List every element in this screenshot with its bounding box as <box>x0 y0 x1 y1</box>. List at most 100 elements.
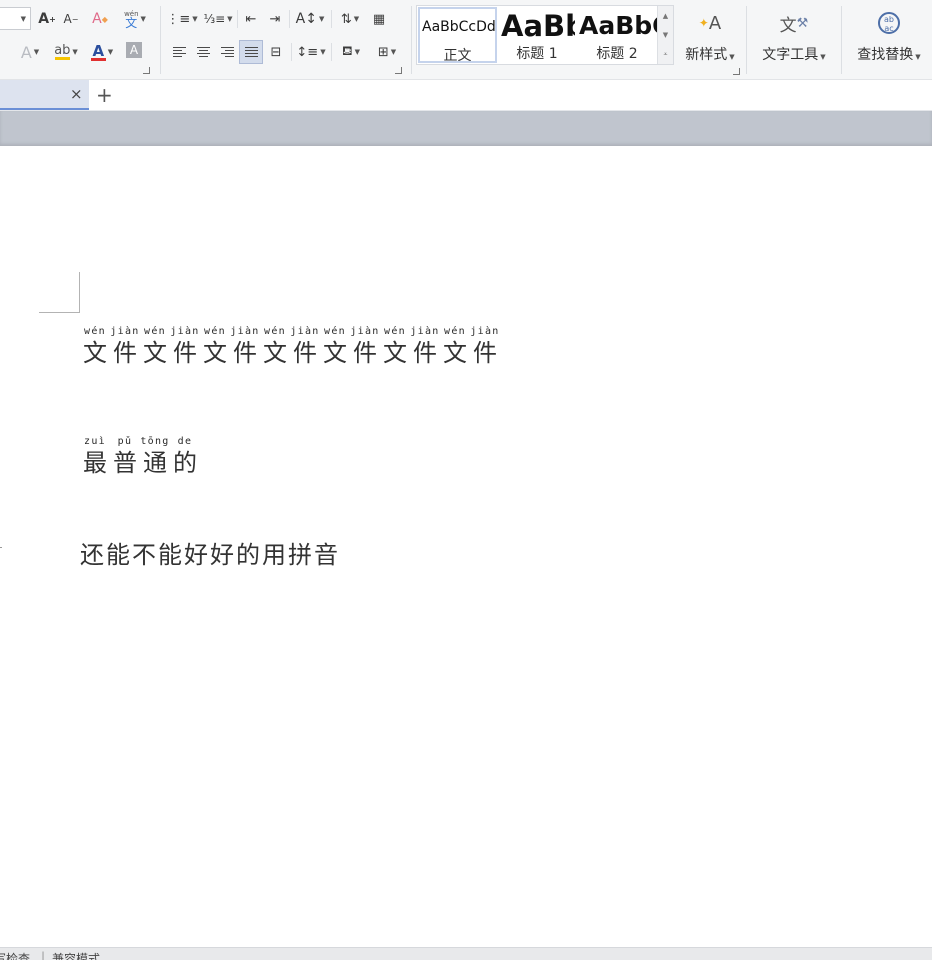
close-icon[interactable]: × <box>70 85 83 103</box>
align-right-icon <box>220 46 234 58</box>
pinyin-annotation: jiàn <box>170 326 200 337</box>
hanzi-char: 文 <box>383 339 407 367</box>
shrink-font-button[interactable]: A − <box>62 8 80 30</box>
hanzi-char: 最 <box>83 449 107 477</box>
sort-button[interactable]: ⇅ ▼ <box>335 8 365 30</box>
sort-icon: ⇅ <box>340 11 352 27</box>
document-page[interactable]: wén 文 jiàn 件 wén 文 jiàn 件 wén 文 jiàn 件 wén 文 jiàn 件 wén 文… <box>0 146 932 947</box>
pinyin-annotation: jiàn <box>230 326 260 337</box>
align-center-button[interactable] <box>193 41 213 63</box>
decrease-indent-button[interactable]: ⇤ <box>241 8 261 30</box>
pinyin-annotation: wén <box>324 326 346 337</box>
pinyin-annotation: pǔ <box>117 436 133 447</box>
grow-font-button[interactable]: A + <box>37 8 57 30</box>
ruby-char: jiàn 件 <box>170 326 200 368</box>
divider <box>411 6 412 74</box>
bullet-list-button[interactable]: ⋮≡ ▼ <box>166 8 197 30</box>
font-color-button[interactable]: A ▼ <box>86 41 118 63</box>
hanzi-char: 文 <box>443 339 467 367</box>
expand-gallery-icon[interactable]: ⩡ <box>664 50 668 59</box>
hanzi-char: 件 <box>293 339 317 367</box>
phonetic-guide-button[interactable]: wén 文 ▼ <box>117 6 153 32</box>
hanzi-char: 件 <box>113 339 137 367</box>
indent-icon: ⇥ <box>269 11 281 27</box>
hanzi-char: 件 <box>353 339 377 367</box>
chevron-down-icon[interactable]: ▼ <box>663 31 668 39</box>
numbered-list-button[interactable]: ⅓≡ ▼ <box>202 8 234 30</box>
ruby-char: jiàn 件 <box>230 326 260 368</box>
chevron-up-icon[interactable]: ▲ <box>663 12 668 20</box>
pinyin-annotation: wén <box>444 326 466 337</box>
new-style-button[interactable]: ✦ A 新样式 ▼ <box>680 8 740 68</box>
add-tab-icon[interactable]: + <box>96 83 113 107</box>
char-spacing-button[interactable]: A↕ ▼ <box>293 8 327 30</box>
ruby-line-2: zuì 最 pǔ 普 tōng 通 de 的 <box>80 436 200 478</box>
style-sample: AaBb <box>501 9 575 43</box>
table-grid-icon: ▦ <box>372 11 386 27</box>
pinyin-annotation: wén <box>384 326 406 337</box>
chevron-down-icon: ▼ <box>140 15 146 23</box>
gallery-scroll[interactable]: ▲ ▼ ⩡ <box>657 6 673 64</box>
spell-check-status[interactable]: 写检查 <box>0 950 30 960</box>
divider <box>331 43 332 61</box>
compat-mode-status: 兼容模式 <box>52 952 101 960</box>
hanzi-char: 件 <box>233 339 257 367</box>
style-normal[interactable]: AaBbCcDd 正文 <box>418 7 497 63</box>
styles-gallery: AaBbCcDd 正文 AaBb 标题 1 AaBbC 标题 2 ▲ ▼ ⩡ <box>416 5 674 65</box>
status-bar: 写检查 | 兼容模式 <box>0 947 932 960</box>
table-button[interactable]: ▦ <box>369 8 389 30</box>
hanzi-char: 的 <box>173 449 197 477</box>
paragraph-group: ⋮≡ ▼ ⅓≡ ▼ ⇤ ⇥ A↕ ▼ ⇅ ▼ ▦ ⊟ ↕≡ ▼ ⛾ ▼ ⊞ ▼ <box>161 0 411 80</box>
style-heading-1[interactable]: AaBb 标题 1 <box>499 7 575 63</box>
justify-icon <box>244 46 258 58</box>
pinyin-annotation: zuì <box>84 436 106 447</box>
highlight-button[interactable]: ab ▼ <box>50 41 82 63</box>
hanzi-char: 件 <box>413 339 437 367</box>
shading-button[interactable]: ⛾ ▼ <box>335 41 367 63</box>
borders-button[interactable]: ⊞ ▼ <box>371 41 403 63</box>
hanzi-char: 普 <box>113 449 137 477</box>
pinyin-annotation: jiàn <box>470 326 500 337</box>
style-sample: AaBbC <box>579 11 657 40</box>
ruby-char: wén 文 <box>80 326 110 368</box>
ruby-char: wén 文 <box>440 326 470 368</box>
char-shading-button[interactable]: A <box>126 42 142 58</box>
hanzi-char: 通 <box>143 449 167 477</box>
char-spacing-icon: A↕ <box>295 11 317 27</box>
align-left-button[interactable] <box>169 41 189 63</box>
styles-dialog-launcher[interactable] <box>733 68 740 75</box>
text-tools-icon: 文 ⚒ <box>779 15 809 36</box>
divider <box>237 10 238 28</box>
ribbon-toolbar: ▼ A + A − A ◆ wén 文 ▼ A ▼ ab ▼ A ▼ A ⋮≡ … <box>0 0 932 80</box>
paragraph-dialog-launcher[interactable] <box>395 67 402 74</box>
increase-indent-button[interactable]: ⇥ <box>265 8 285 30</box>
align-right-button[interactable] <box>217 41 237 63</box>
ruby-char: pǔ 普 <box>110 436 140 478</box>
divider <box>331 10 332 28</box>
divider <box>289 10 290 28</box>
ruby-char: jiàn 件 <box>410 326 440 368</box>
page-margin-band <box>0 111 932 146</box>
style-heading-2[interactable]: AaBbC 标题 2 <box>577 7 657 63</box>
find-replace-icon: ab ac <box>878 8 900 38</box>
justify-button[interactable] <box>239 40 263 64</box>
font-size-select[interactable]: ▼ <box>0 7 31 30</box>
style-name: 正文 <box>443 48 472 63</box>
ruby-char: wén 文 <box>320 326 350 368</box>
clear-format-button[interactable]: A ◆ <box>90 8 110 30</box>
align-left-icon <box>172 46 186 58</box>
text-effect-button[interactable]: A ▼ <box>14 41 46 63</box>
ruby-char: de 的 <box>170 436 200 478</box>
distribute-button[interactable]: ⊟ <box>265 41 287 63</box>
document-tab[interactable]: × <box>0 80 89 110</box>
style-name: 标题 2 <box>596 46 638 62</box>
find-replace-button[interactable]: ab ac 查找替换 ▼ <box>851 8 927 68</box>
line-spacing-button[interactable]: ↕≡ ▼ <box>295 41 327 63</box>
pinyin-annotation: jiàn <box>110 326 140 337</box>
outdent-icon: ⇤ <box>245 11 257 27</box>
text-line-3: 还能不能好好的用拼音 <box>80 541 340 569</box>
font-group: ▼ A + A − A ◆ wén 文 ▼ A ▼ ab ▼ A ▼ A <box>0 0 160 80</box>
text-tools-button[interactable]: 文 ⚒ 文字工具 ▼ <box>756 8 832 68</box>
text-tools-label: 文字工具 <box>762 47 819 63</box>
font-dialog-launcher[interactable] <box>143 67 150 74</box>
